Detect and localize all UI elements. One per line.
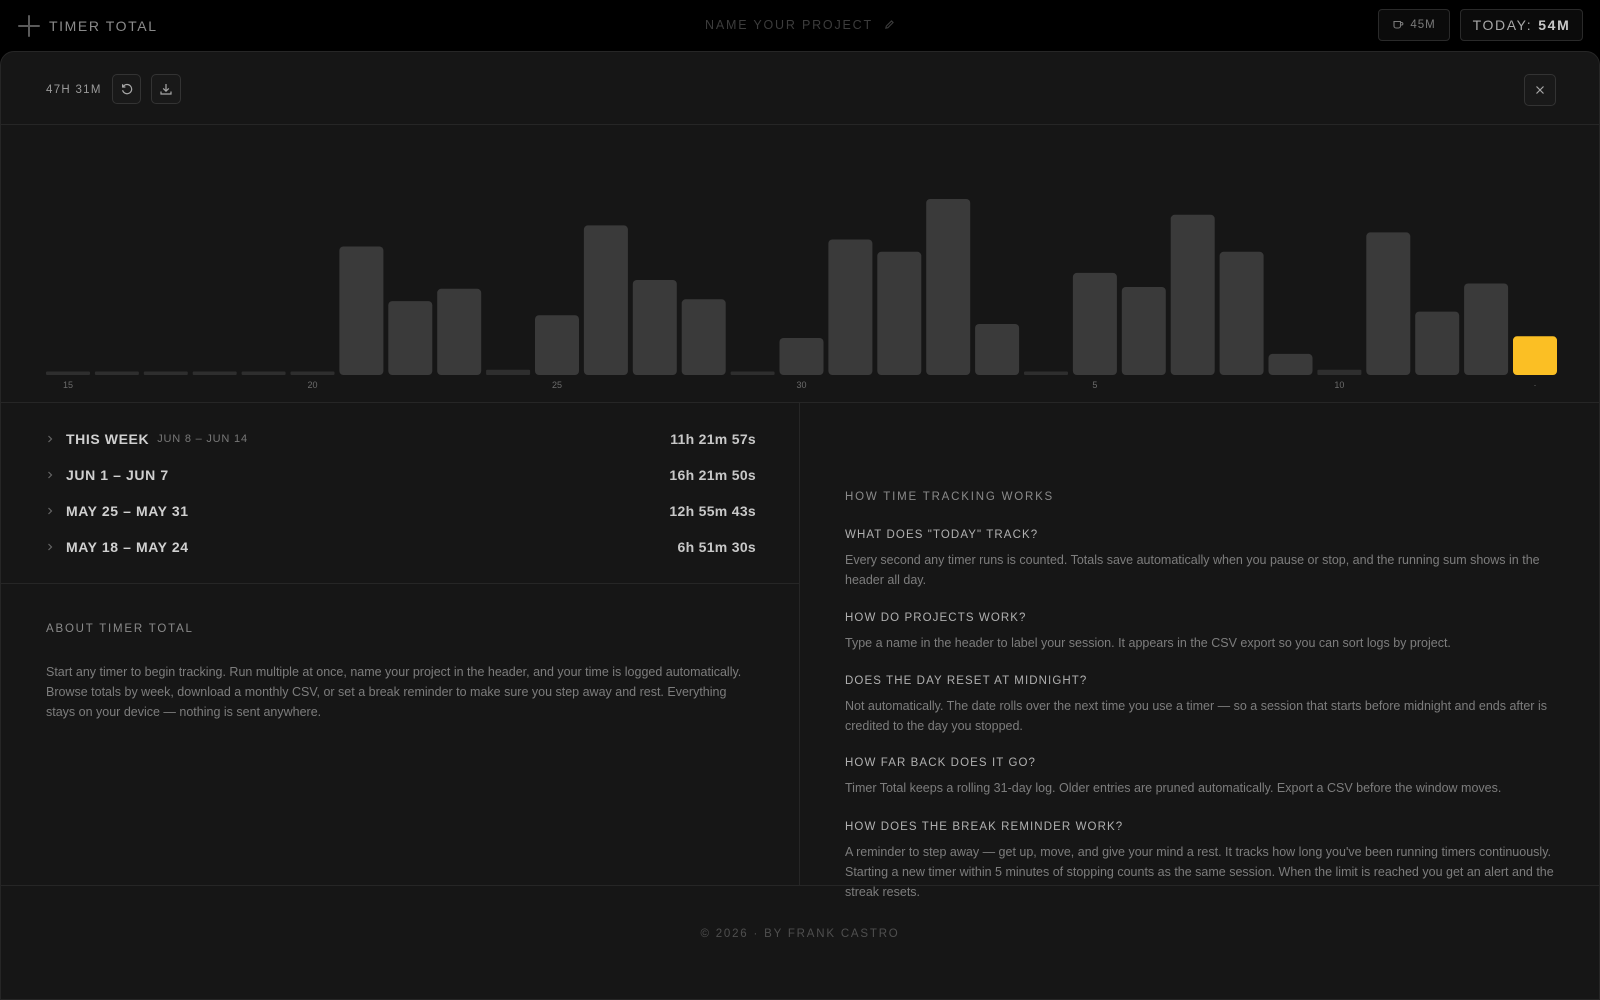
week-total: 16h 21m 50s	[669, 467, 756, 483]
day-bar[interactable]	[1024, 371, 1068, 376]
day-bar[interactable]	[926, 199, 971, 375]
reset-button[interactable]	[112, 74, 141, 104]
x-tick-label: ·	[1534, 380, 1537, 390]
refresh-icon	[121, 83, 132, 95]
day-bar[interactable]	[681, 299, 726, 375]
total-time: 47H 31M	[46, 84, 102, 96]
day-bar[interactable]	[828, 239, 873, 376]
today-label: TODAY:	[1472, 17, 1533, 33]
chevron-right-icon	[46, 432, 56, 446]
faq-title: HOW TIME TRACKING WORKS	[845, 491, 1055, 503]
x-tick-label: 30	[796, 380, 806, 390]
day-bar[interactable]	[1464, 283, 1509, 376]
day-bar[interactable]	[290, 371, 335, 376]
day-bar[interactable]	[241, 371, 286, 376]
faq-question: HOW FAR BACK DOES IT GO?	[845, 757, 1037, 769]
faq-question: WHAT DOES "TODAY" TRACK?	[845, 529, 1039, 541]
faq-item: HOW FAR BACK DOES IT GO? Timer Total kee…	[845, 757, 1555, 798]
faq-item: DOES THE DAY RESET AT MIDNIGHT? Not auto…	[845, 675, 1555, 736]
weekly-totals-list: THIS WEEK JUN 8 – JUN 14 11h 21m 57s JUN…	[1, 403, 799, 584]
project-name-placeholder: NAME YOUR PROJECT	[705, 18, 873, 32]
day-bar[interactable]	[583, 225, 628, 375]
day-bar[interactable]	[388, 301, 433, 375]
day-bar[interactable]	[975, 324, 1020, 375]
day-bar[interactable]	[339, 246, 384, 376]
day-bar[interactable]	[437, 288, 482, 375]
about-title: ABOUT TIMER TOTAL	[46, 623, 194, 635]
day-bar[interactable]	[1170, 214, 1215, 375]
day-bar[interactable]	[94, 371, 139, 376]
top-header: TIMER TOTAL NAME YOUR PROJECT 45M TODAY:…	[0, 0, 1600, 52]
break-reminder-button[interactable]: 45M	[1378, 9, 1450, 41]
day-bar[interactable]	[192, 371, 237, 376]
chart-svg: 15 20 25 30 5 10 ·	[46, 199, 1557, 390]
break-reminder-label: 45M	[1410, 19, 1436, 31]
faq-question: DOES THE DAY RESET AT MIDNIGHT?	[845, 675, 1088, 687]
week-row[interactable]: JUN 1 – JUN 7 16h 21m 50s	[46, 464, 756, 486]
today-value: 54M	[1538, 17, 1571, 33]
day-bar[interactable]	[779, 338, 824, 375]
panel-toolbar: 47H 31M	[1, 52, 1599, 125]
day-bar[interactable]	[46, 371, 90, 376]
day-bar[interactable]	[1317, 369, 1362, 375]
x-tick-label: 25	[552, 380, 562, 390]
footer: © 2026 · BY FRANK CASTRO	[1, 885, 1599, 999]
left-column: THIS WEEK JUN 8 – JUN 14 11h 21m 57s JUN…	[1, 403, 800, 885]
x-tick-label: 5	[1092, 380, 1097, 390]
day-bar[interactable]	[1366, 232, 1411, 375]
daily-bar-chart: 15 20 25 30 5 10 ·	[1, 125, 1599, 403]
day-bar[interactable]	[1121, 287, 1166, 375]
faq-answer: Type a name in the header to label your …	[845, 636, 1451, 650]
faq-question: HOW DOES THE BREAK REMINDER WORK?	[845, 821, 1124, 833]
faq-answer: Timer Total keeps a rolling 31-day log. …	[845, 781, 1502, 795]
faq-question: HOW DO PROJECTS WORK?	[845, 612, 1027, 624]
chevron-right-icon	[46, 468, 56, 482]
week-label: MAY 25 – MAY 31	[66, 503, 189, 519]
day-bar[interactable]	[1268, 353, 1313, 375]
week-total: 11h 21m 57s	[670, 431, 756, 447]
day-bar[interactable]	[730, 371, 775, 376]
x-tick-label: 15	[63, 380, 73, 390]
week-label: MAY 18 – MAY 24	[66, 539, 189, 555]
week-range: JUN 8 – JUN 14	[157, 433, 248, 445]
faq-column: HOW TIME TRACKING WORKS WHAT DOES "TODAY…	[800, 403, 1599, 899]
close-button[interactable]	[1524, 74, 1556, 106]
day-bar[interactable]	[486, 369, 531, 375]
week-row[interactable]: MAY 18 – MAY 24 6h 51m 30s	[46, 536, 756, 558]
day-bar[interactable]	[535, 315, 579, 375]
week-row-this-week[interactable]: THIS WEEK JUN 8 – JUN 14 11h 21m 57s	[46, 428, 756, 450]
week-row[interactable]: MAY 25 – MAY 31 12h 55m 43s	[46, 500, 756, 522]
day-bar[interactable]	[1072, 272, 1117, 375]
faq-item: WHAT DOES "TODAY" TRACK? Every second an…	[845, 529, 1555, 590]
x-tick-label: 20	[307, 380, 317, 390]
faq-answer: Not automatically. The date rolls over t…	[845, 699, 1547, 733]
download-icon	[160, 84, 172, 95]
chevron-right-icon	[46, 540, 56, 554]
project-name-field[interactable]: NAME YOUR PROJECT	[0, 18, 1600, 32]
day-bar[interactable]	[143, 371, 188, 376]
footer-credit: © 2026 · BY FRANK CASTRO	[700, 928, 900, 940]
about-body: Start any timer to begin tracking. Run m…	[46, 665, 742, 719]
coffee-cup-icon	[1392, 18, 1404, 33]
faq-answer: Every second any timer runs is counted. …	[845, 553, 1540, 587]
week-label: JUN 1 – JUN 7	[66, 467, 169, 483]
week-label: THIS WEEK	[66, 431, 150, 447]
day-bar[interactable]	[1415, 311, 1460, 375]
day-bar[interactable]	[1219, 251, 1264, 375]
chevron-right-icon	[46, 504, 56, 518]
download-csv-button[interactable]	[151, 74, 181, 104]
today-bar[interactable]	[1513, 336, 1557, 375]
day-bar[interactable]	[877, 251, 922, 375]
day-bar[interactable]	[632, 280, 677, 375]
today-total-badge: TODAY: 54M	[1460, 9, 1583, 41]
week-total: 12h 55m 43s	[669, 503, 756, 519]
close-icon	[1536, 86, 1544, 94]
pencil-icon	[884, 18, 895, 32]
history-panel: 47H 31M 15 20 25 30 5 10 · THIS WEEK JUN 8 – J…	[0, 51, 1600, 1000]
faq-item: HOW DO PROJECTS WORK? Type a name in the…	[845, 612, 1555, 653]
week-total: 6h 51m 30s	[677, 539, 756, 555]
x-tick-label: 10	[1334, 380, 1344, 390]
